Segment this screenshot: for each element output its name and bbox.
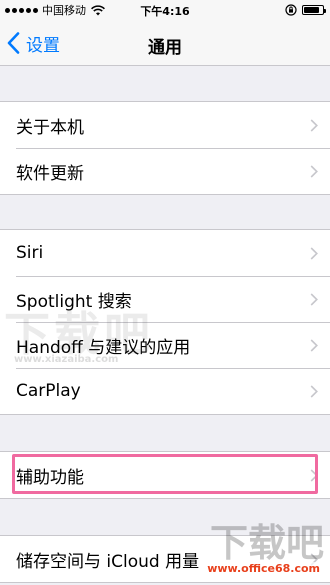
row-spotlight-search[interactable]: Spotlight 搜索 bbox=[0, 276, 330, 322]
watermark-site: www.office68.com bbox=[205, 562, 322, 575]
row-label: 软件更新 bbox=[16, 163, 84, 184]
row-label: Handoff 与建议的应用 bbox=[16, 337, 191, 358]
row-label: CarPlay bbox=[16, 381, 81, 401]
row-storage-icloud[interactable]: 储存空间与 iCloud 用量 bbox=[0, 536, 330, 582]
status-time: 下午4:16 bbox=[140, 5, 190, 18]
status-right bbox=[285, 4, 326, 16]
chevron-right-icon bbox=[310, 385, 318, 398]
settings-group-storage: 储存空间与 iCloud 用量 bbox=[0, 535, 330, 583]
row-software-update[interactable]: 软件更新 bbox=[0, 148, 330, 194]
row-handoff[interactable]: Handoff 与建议的应用 bbox=[0, 322, 330, 368]
chevron-right-icon bbox=[310, 165, 318, 178]
navigation-bar: 设置 通用 bbox=[0, 20, 330, 66]
row-about-device[interactable]: 关于本机 bbox=[0, 102, 330, 148]
row-carplay[interactable]: CarPlay bbox=[0, 368, 330, 414]
battery-icon bbox=[302, 5, 326, 15]
rotation-lock-icon bbox=[285, 4, 297, 16]
chevron-right-icon bbox=[310, 119, 318, 132]
settings-group-accessibility: 辅助功能 bbox=[0, 451, 330, 499]
battery-level-fill bbox=[304, 7, 320, 13]
row-label: 辅助功能 bbox=[16, 467, 84, 488]
row-label: Spotlight 搜索 bbox=[16, 291, 132, 312]
page-title: 通用 bbox=[148, 38, 182, 58]
settings-group-about: 关于本机 软件更新 bbox=[0, 101, 330, 195]
chevron-right-icon bbox=[310, 469, 318, 482]
row-accessibility[interactable]: 辅助功能 bbox=[0, 452, 330, 498]
settings-group-siri: Siri Spotlight 搜索 Handoff 与建议的应用 CarPlay bbox=[0, 229, 330, 415]
row-label: Siri bbox=[16, 243, 44, 263]
status-bar: 中国移动 下午4:16 bbox=[0, 0, 330, 20]
row-label: 储存空间与 iCloud 用量 bbox=[16, 551, 200, 572]
chevron-right-icon bbox=[310, 293, 318, 306]
chevron-right-icon bbox=[310, 339, 318, 352]
row-siri[interactable]: Siri bbox=[0, 230, 330, 276]
row-label: 关于本机 bbox=[16, 117, 84, 138]
chevron-right-icon bbox=[310, 247, 318, 260]
